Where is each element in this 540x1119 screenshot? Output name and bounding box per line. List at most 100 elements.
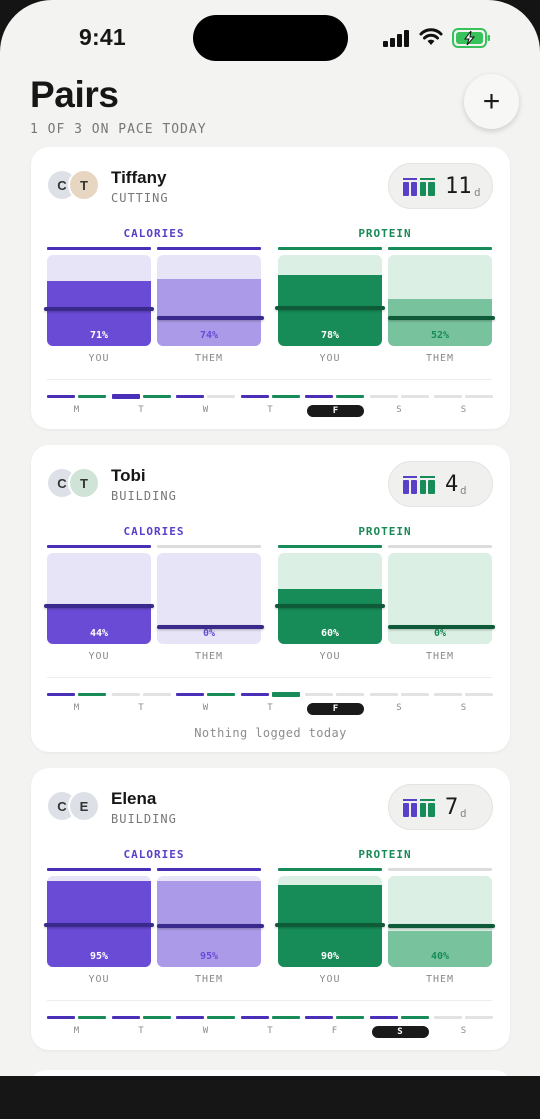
calories-you-percent: 95% <box>89 951 109 962</box>
day-protein-dash <box>271 692 300 697</box>
streak-badge[interactable]: 11 d <box>388 163 493 209</box>
day-calories-dash <box>369 395 398 398</box>
day-label[interactable]: T <box>242 405 299 415</box>
day-label[interactable]: T <box>242 1026 299 1036</box>
day-label[interactable]: M <box>48 405 105 415</box>
phone-screen: 9:41 Pairs 1 OF 3 ON PACE TODAY + C T Tiff… <box>0 0 540 1076</box>
calories-section-label: CALORIES <box>123 227 185 240</box>
protein-them-percent: 52% <box>430 330 450 341</box>
day-label[interactable]: S <box>371 405 428 415</box>
day-label[interactable]: S <box>435 703 492 713</box>
add-pair-button[interactable]: + <box>464 74 519 129</box>
day-protein-dash <box>400 693 429 696</box>
day-label[interactable]: S <box>435 405 492 415</box>
day-protein-dash <box>78 693 106 696</box>
pair-mode: CUTTING <box>111 191 169 205</box>
day-label[interactable]: T <box>113 405 170 415</box>
day-label[interactable]: S <box>435 1026 492 1036</box>
day-calories-dash <box>240 395 269 398</box>
calories-you-pace-line <box>44 604 154 608</box>
protein-you-percent: 90% <box>320 951 340 962</box>
protein-you-bar[interactable]: 60% <box>278 553 382 644</box>
protein-section-label: PROTEIN <box>358 848 412 861</box>
calories-you-bar[interactable]: 44% <box>47 553 151 644</box>
streak-badge[interactable]: 4d <box>388 461 493 507</box>
protein-you-percent: 78% <box>320 330 340 341</box>
status-time: 9:41 <box>79 24 126 50</box>
them-label: THEM <box>425 353 455 364</box>
calories-them-progress-segment <box>157 247 261 250</box>
day-label[interactable]: W <box>177 703 234 713</box>
day-protein-dash <box>142 395 171 398</box>
day-protein-dash <box>465 1016 493 1019</box>
day-calories-dash <box>305 395 333 398</box>
day-label[interactable]: T <box>113 703 170 713</box>
day-label[interactable]: S <box>371 703 428 713</box>
day-calories-dash <box>111 394 140 399</box>
day-label[interactable]: T <box>242 703 299 713</box>
day-calories-dash <box>240 693 269 696</box>
pair-card[interactable]: C T Tobi BUILDING 4 d CALORIES PROTEIN 44% YOU 0% T… <box>31 445 510 752</box>
card-divider <box>47 379 492 380</box>
calories-them-bar[interactable]: 74% <box>157 255 261 346</box>
empty-state-note: Nothing logged today <box>194 726 347 740</box>
day-calories-dash <box>111 1016 140 1019</box>
streak-bars-icon <box>403 476 435 494</box>
them-label: THEM <box>194 651 224 662</box>
them-label: THEM <box>425 651 455 662</box>
page-title: Pairs <box>30 74 119 115</box>
day-label[interactable]: W <box>177 405 234 415</box>
day-label-today[interactable]: F <box>307 703 364 715</box>
streak-unit: d <box>460 484 467 497</box>
day-label[interactable]: W <box>177 1026 234 1036</box>
day-calories-dash <box>305 693 333 696</box>
pair-card[interactable]: C T Tiffany CUTTING 11 d CALORIES PROTEIN 71% YOU… <box>31 147 510 429</box>
protein-you-pace-line <box>275 306 385 310</box>
day-protein-dash <box>400 395 429 398</box>
protein-them-percent: 40% <box>430 951 450 962</box>
protein-them-pace-line <box>388 625 495 629</box>
calories-you-pace-line <box>44 923 154 927</box>
protein-them-bar[interactable]: 52% <box>388 255 492 346</box>
day-calories-dash <box>111 693 140 696</box>
protein-you-progress-segment <box>278 545 382 548</box>
day-protein-dash <box>78 395 106 398</box>
you-label: YOU <box>319 353 341 364</box>
day-label-today[interactable]: S <box>371 1026 429 1038</box>
calories-you-bar[interactable]: 71% <box>47 255 151 346</box>
streak-count: 4 <box>445 472 459 497</box>
calories-them-progress-segment <box>157 868 261 871</box>
calories-section-label: CALORIES <box>123 525 185 538</box>
protein-you-progress-segment <box>278 868 382 871</box>
protein-you-bar[interactable]: 90% <box>278 876 382 967</box>
day-label[interactable]: T <box>113 1026 170 1036</box>
day-protein-dash <box>465 693 493 696</box>
protein-them-pace-line <box>388 924 495 928</box>
pair-mode: BUILDING <box>111 812 177 826</box>
streak-bars-icon <box>403 799 435 817</box>
protein-them-bar[interactable]: 0% <box>388 553 492 644</box>
pair-card[interactable]: C E Elena BUILDING 7 d CALORIES PROTEIN 95% YOU 95… <box>31 768 510 1050</box>
calories-them-bar[interactable]: 95% <box>157 876 261 967</box>
calories-you-progress-segment <box>47 868 151 871</box>
protein-you-pace-line <box>275 923 385 927</box>
calories-you-progress-segment <box>47 545 151 548</box>
day-label[interactable]: M <box>48 1026 105 1036</box>
calories-you-bar[interactable]: 95% <box>47 876 151 967</box>
day-label-today[interactable]: F <box>307 405 364 417</box>
calories-them-bar[interactable]: 0% <box>157 553 261 644</box>
calories-you-pace-line <box>44 307 154 311</box>
day-label[interactable]: F <box>306 1026 363 1036</box>
calories-them-pace-line <box>157 625 264 629</box>
protein-you-bar[interactable]: 78% <box>278 255 382 346</box>
day-label[interactable]: M <box>48 703 105 713</box>
you-label: YOU <box>319 974 341 985</box>
calories-you-percent: 71% <box>89 330 109 341</box>
day-protein-dash <box>78 1016 106 1019</box>
protein-section-label: PROTEIN <box>358 227 412 240</box>
day-calories-dash <box>369 1016 398 1019</box>
protein-them-bar[interactable]: 40% <box>388 876 492 967</box>
day-protein-dash <box>465 395 493 398</box>
streak-badge[interactable]: 7d <box>388 784 493 830</box>
day-calories-dash <box>176 395 204 398</box>
